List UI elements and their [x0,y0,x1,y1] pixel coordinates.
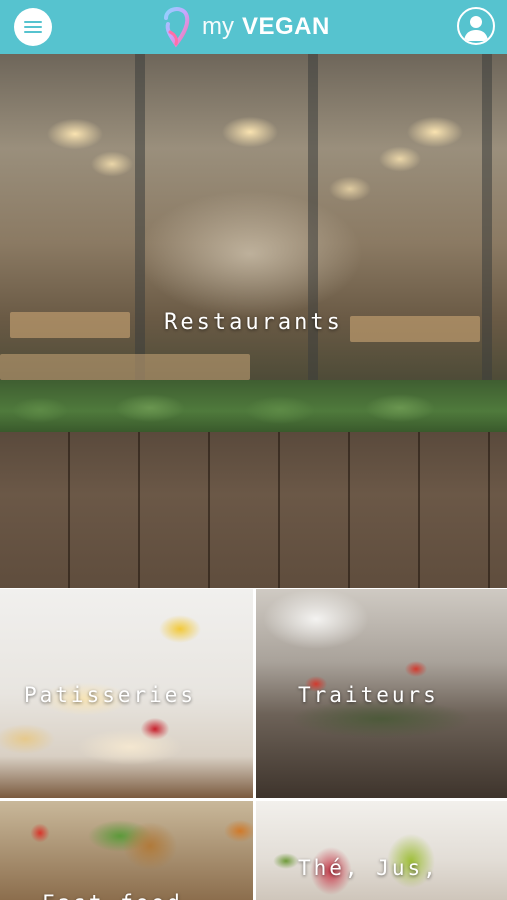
category-tile-restaurants[interactable]: Restaurants [0,54,507,588]
category-label: Patisseries [24,683,197,707]
fast-food-photo [0,801,253,900]
restaurant-photo [0,54,507,432]
menu-button[interactable] [14,8,52,46]
logo-icon [164,7,190,48]
category-label: Traiteurs [298,683,439,707]
app-header: my VEGAN [0,0,507,54]
wood-table-photo [0,432,507,588]
category-label: Restaurants [164,310,343,335]
category-label: Fast-food [42,891,183,900]
brand: my VEGAN [160,3,330,51]
brand-vegan: VEGAN [242,13,330,40]
category-label: Thé, Jus, [298,856,439,880]
category-tile-the-jus[interactable]: Thé, Jus, [256,801,507,900]
hamburger-icon [24,21,42,33]
brand-my: my [202,13,234,40]
category-tile-traiteurs[interactable]: Traiteurs [256,589,507,798]
category-tile-patisseries[interactable]: Patisseries [0,589,253,798]
profile-button[interactable] [457,7,495,45]
category-tile-fast-food[interactable]: Fast-food [0,801,253,900]
drinks-photo [256,801,507,900]
user-icon [464,16,488,41]
